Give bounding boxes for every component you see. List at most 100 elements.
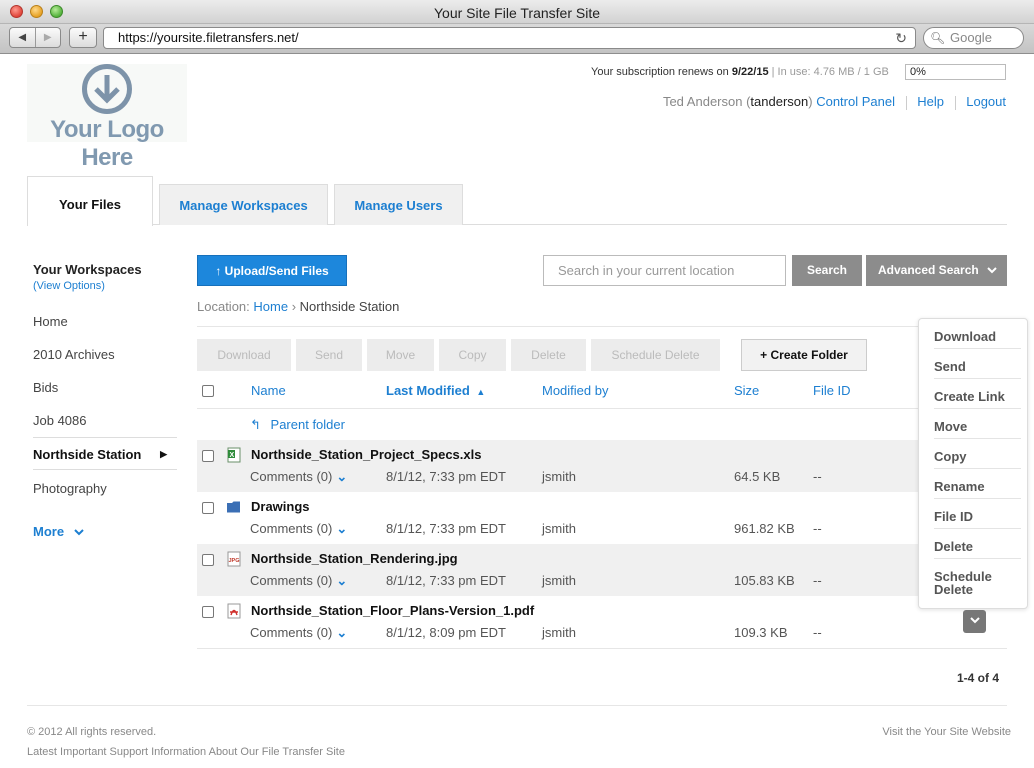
url-text: https://yoursite.filetransfers.net/ — [118, 30, 299, 45]
table-row[interactable]: Northside_Station_Floor_Plans-Version_1.… — [197, 596, 920, 648]
search-icon: 🔍︎ — [930, 31, 946, 45]
create-folder-button[interactable]: + Create Folder — [741, 339, 867, 371]
help-link[interactable]: Help — [917, 94, 944, 109]
search-button[interactable]: Search — [792, 255, 862, 286]
column-last-modified[interactable]: Last Modified ▲ — [386, 383, 485, 398]
back-button[interactable]: ◀ — [10, 28, 36, 47]
file-name[interactable]: Northside_Station_Floor_Plans-Version_1.… — [251, 603, 534, 618]
file-modified: 8/1/12, 7:33 pm EDT — [386, 469, 506, 484]
tab-manage-workspaces[interactable]: Manage Workspaces — [159, 184, 328, 225]
breadcrumb-home-link[interactable]: Home — [253, 299, 288, 314]
column-modified-by[interactable]: Modified by — [542, 383, 608, 398]
sidebar-item-job-4086[interactable]: Job 4086 — [33, 404, 177, 437]
control-panel-link[interactable]: Control Panel — [816, 94, 895, 109]
url-bar[interactable]: https://yoursite.filetransfers.net/ ↻ — [103, 27, 916, 49]
advanced-search-button[interactable]: Advanced Search — [866, 255, 1007, 286]
chevron-down-icon — [73, 529, 84, 536]
browser-search-field[interactable]: 🔍︎ Google — [923, 27, 1024, 49]
download-button[interactable]: Download — [197, 339, 291, 371]
divider — [905, 95, 907, 110]
jpg-file-icon: JPG — [227, 551, 241, 567]
sidebar-item-home[interactable]: Home — [33, 305, 177, 338]
chevron-down-icon: ⌄ — [336, 625, 348, 640]
column-size[interactable]: Size — [734, 383, 759, 398]
table-row[interactable]: Drawings Comments (0) ⌄ 8/1/12, 7:33 pm E… — [197, 492, 920, 544]
excel-file-icon: X — [227, 447, 241, 463]
user-username: tanderson — [750, 94, 809, 109]
file-id: -- — [813, 625, 822, 640]
file-modified: 8/1/12, 7:33 pm EDT — [386, 573, 506, 588]
row-menu-toggle-button[interactable] — [963, 610, 986, 633]
in-use-label: In use: — [777, 66, 811, 78]
file-size: 64.5 KB — [734, 469, 781, 484]
menu-item-create-link[interactable]: Create Link — [934, 379, 1021, 409]
comments-toggle[interactable]: Comments (0) ⌄ — [250, 625, 347, 641]
folder-icon — [227, 501, 240, 513]
sidebar-item-photography[interactable]: Photography — [33, 472, 177, 505]
upload-send-button[interactable]: ↑ Upload/Send Files — [197, 255, 347, 286]
file-modified-by: jsmith — [542, 521, 576, 536]
location-search-input[interactable]: Search in your current location — [543, 255, 786, 286]
location-label: Location: — [197, 299, 250, 314]
subscription-info: Your subscription renews on 9/22/15 | In… — [591, 66, 889, 78]
menu-item-copy[interactable]: Copy — [934, 439, 1021, 469]
comments-toggle[interactable]: Comments (0) ⌄ — [250, 469, 347, 485]
menu-item-download[interactable]: Download — [934, 319, 1021, 349]
parent-folder-link[interactable]: ↰ Parent folder — [250, 417, 345, 433]
file-name[interactable]: Northside_Station_Project_Specs.xls — [251, 447, 481, 462]
more-link[interactable]: More — [33, 524, 85, 539]
sidebar-item-northside-station[interactable]: Northside Station ▶ — [33, 437, 177, 470]
tab-your-files[interactable]: Your Files — [27, 176, 153, 226]
file-id: -- — [813, 573, 822, 588]
menu-item-send[interactable]: Send — [934, 349, 1021, 379]
file-name[interactable]: Northside_Station_Rendering.jpg — [251, 551, 458, 566]
file-size: 109.3 KB — [734, 625, 788, 640]
forward-button[interactable]: ▶ — [36, 28, 61, 47]
schedule-delete-button[interactable]: Schedule Delete — [591, 339, 720, 371]
table-row[interactable]: X Northside_Station_Project_Specs.xls Co… — [197, 440, 920, 492]
add-bookmark-button[interactable]: + — [69, 27, 97, 48]
window-titlebar: Your Site File Transfer Site — [0, 0, 1034, 24]
delete-button[interactable]: Delete — [511, 339, 586, 371]
breadcrumb-current: Northside Station — [299, 299, 400, 314]
column-file-id[interactable]: File ID — [813, 383, 851, 398]
logout-link[interactable]: Logout — [966, 94, 1006, 109]
download-arrow-icon — [82, 64, 132, 114]
menu-item-schedule-delete[interactable]: Schedule Delete — [934, 559, 998, 609]
row-checkbox[interactable] — [202, 606, 214, 618]
comments-label: Comments (0) — [250, 521, 333, 536]
support-info-link[interactable]: Latest Important Support Information Abo… — [27, 746, 345, 758]
copy-button[interactable]: Copy — [439, 339, 506, 371]
divider — [197, 648, 1007, 649]
menu-item-rename[interactable]: Rename — [934, 469, 1021, 499]
visit-website-link[interactable]: Visit the Your Site Website — [882, 726, 1011, 738]
file-context-menu: Download Send Create Link Move Copy Rena… — [918, 318, 1028, 609]
sidebar-item-label: Northside Station — [33, 447, 142, 462]
select-all-checkbox[interactable] — [202, 385, 214, 397]
send-button[interactable]: Send — [296, 339, 362, 371]
row-checkbox[interactable] — [202, 502, 214, 514]
browser-search-placeholder: Google — [950, 30, 992, 45]
comments-toggle[interactable]: Comments (0) ⌄ — [250, 521, 347, 537]
menu-item-file-id[interactable]: File ID — [934, 499, 1021, 529]
comments-toggle[interactable]: Comments (0) ⌄ — [250, 573, 347, 589]
view-options-link[interactable]: (View Options) — [33, 280, 177, 292]
tab-manage-users[interactable]: Manage Users — [334, 184, 463, 225]
renews-label: Your subscription renews on — [591, 66, 729, 78]
site-logo[interactable]: Your Logo Here — [27, 64, 187, 171]
sort-ascending-icon: ▲ — [476, 387, 486, 397]
file-modified: 8/1/12, 8:09 pm EDT — [386, 625, 506, 640]
workspace-sidebar: Your Workspaces (View Options) Home 2010… — [33, 262, 177, 539]
menu-item-delete[interactable]: Delete — [934, 529, 1021, 559]
reload-icon[interactable]: ↻ — [895, 28, 907, 48]
row-checkbox[interactable] — [202, 554, 214, 566]
sidebar-item-bids[interactable]: Bids — [33, 371, 177, 404]
table-row[interactable]: JPG Northside_Station_Rendering.jpg Comm… — [197, 544, 920, 596]
sidebar-item-2010-archives[interactable]: 2010 Archives — [33, 338, 177, 371]
menu-item-move[interactable]: Move — [934, 409, 1021, 439]
in-use-value: 4.76 MB — [813, 66, 855, 78]
file-name[interactable]: Drawings — [251, 499, 310, 514]
move-button[interactable]: Move — [367, 339, 434, 371]
column-name[interactable]: Name — [251, 383, 286, 398]
row-checkbox[interactable] — [202, 450, 214, 462]
